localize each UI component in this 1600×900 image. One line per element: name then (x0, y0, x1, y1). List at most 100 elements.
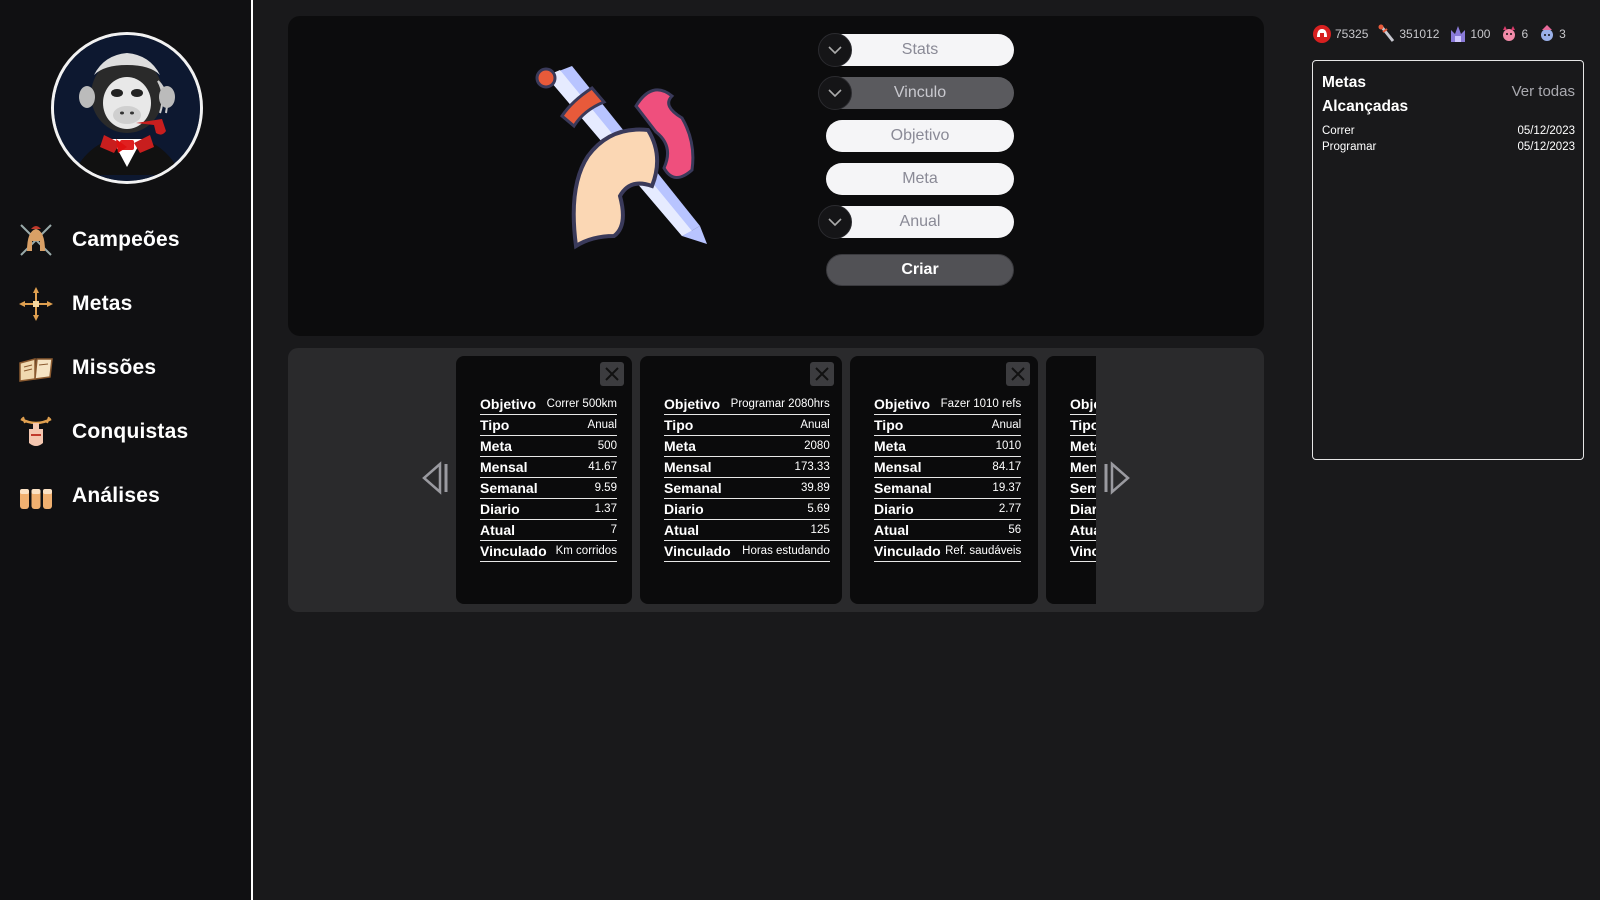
achieved-title-line2: Alcançadas (1322, 98, 1409, 115)
goal-table: Objetivo Tipo Meta Mensal Semanal Diario… (1070, 394, 1096, 562)
sidebar-item-label: Conquistas (72, 420, 189, 443)
stat-item: 351012 (1378, 24, 1439, 44)
diario-key: Diario (1070, 498, 1096, 520)
period-select[interactable]: Anual (818, 205, 1014, 239)
chevron-down-icon[interactable] (818, 33, 852, 67)
atual-value: 56 (940, 519, 1022, 541)
vinculado-key: Vinculado (664, 540, 731, 562)
select-label: Vinculo (893, 84, 947, 101)
input-placeholder: Meta (902, 170, 938, 187)
close-icon[interactable] (600, 362, 624, 386)
tipo-key: Tipo (874, 414, 941, 436)
vinculado-key: Vinculado (874, 540, 941, 562)
meta-key: Meta (664, 435, 731, 457)
achieved-goals-panel: Metas Alcançadas Ver todas Correr 05/12/… (1312, 60, 1584, 460)
currency-stats: 75325 351012 100 6 3 (1312, 24, 1576, 44)
spartan-helmet-icon (16, 220, 56, 260)
diario-key: Diario (874, 498, 941, 520)
objetivo-input[interactable]: Objetivo (826, 120, 1014, 152)
monkey-logo-icon (54, 35, 200, 181)
vinculado-value: Ref. saudáveis (940, 540, 1022, 562)
vinculado-value: Horas estudando (730, 540, 830, 562)
tipo-value: Anual (546, 414, 617, 436)
sidebar-item-label: Metas (72, 292, 133, 315)
avatar[interactable] (51, 32, 203, 184)
sword-icon (1378, 24, 1395, 42)
diario-value: 1.37 (546, 498, 617, 520)
achieved-row[interactable]: Correr 05/12/2023 (1322, 125, 1575, 137)
tipo-value: Anual (730, 414, 830, 436)
diario-key: Diario (480, 498, 547, 520)
atual-key: Atual (874, 519, 941, 541)
blue-creature-icon (1541, 25, 1554, 41)
crosshair-target-icon (16, 284, 56, 324)
goal-card: Objetivo Programar 2080hrs Tipo Anual Meta… (640, 356, 842, 604)
mensal-value: 84.17 (940, 456, 1022, 478)
meta-value: 500 (546, 435, 617, 457)
achieved-date: 05/12/2023 (1517, 141, 1575, 153)
atual-key: Atual (664, 519, 731, 541)
vinculado-value: Km corridos (546, 540, 617, 562)
red-helmet-icon (1313, 25, 1331, 43)
sidebar-item-label: Análises (72, 484, 160, 507)
stat-value: 3 (1559, 27, 1566, 41)
tipo-value: Anual (940, 414, 1022, 436)
meta-key: Meta (874, 435, 941, 457)
sidebar-item-metas[interactable]: Metas (16, 282, 246, 326)
mensal-value: 41.67 (546, 456, 617, 478)
close-icon[interactable] (810, 362, 834, 386)
chevron-down-icon[interactable] (818, 76, 852, 110)
mensal-value: 173.33 (730, 456, 830, 478)
cards-viewport: Objetivo Correr 500km Tipo Anual Meta 500 M… (456, 356, 1096, 604)
diario-key: Diario (664, 498, 731, 520)
sidebar-item-analises[interactable]: Análises (16, 474, 246, 518)
objetivo-key: Objetivo (480, 394, 547, 415)
mensal-key: Mensal (480, 456, 547, 478)
vinculado-key: Vinculado (1070, 540, 1096, 562)
achieved-date: 05/12/2023 (1517, 125, 1575, 137)
objetivo-value: Correr 500km (546, 394, 617, 415)
meta-input[interactable]: Meta (826, 163, 1014, 195)
mensal-key: Mensal (664, 456, 731, 478)
achieved-name: Programar (1322, 141, 1377, 153)
goal-card: Objetivo Tipo Meta Mensal Semanal Diario… (1046, 356, 1096, 604)
tipo-key: Tipo (1070, 414, 1096, 436)
goal-card: Objetivo Correr 500km Tipo Anual Meta 500 M… (456, 356, 632, 604)
create-button[interactable]: Criar (826, 254, 1014, 286)
achieved-row[interactable]: Programar 05/12/2023 (1322, 141, 1575, 153)
helmet-sword-emblem-icon (532, 66, 722, 266)
carousel-prev-icon[interactable] (420, 460, 450, 496)
meta-key: Meta (480, 435, 547, 457)
stat-item: 100 (1449, 24, 1490, 44)
purple-crown-icon (1451, 26, 1466, 42)
atual-value: 7 (546, 519, 617, 541)
semanal-key: Semanal (664, 477, 731, 499)
open-book-icon (16, 348, 56, 388)
goal-table: Objetivo Correr 500km Tipo Anual Meta 500 M… (480, 394, 617, 562)
tipo-key: Tipo (664, 414, 731, 436)
sidebar-item-missoes[interactable]: Missões (16, 346, 246, 390)
stat-value: 351012 (1399, 27, 1440, 41)
sidebar-item-conquistas[interactable]: Conquistas (16, 410, 246, 454)
carousel-next-icon[interactable] (1102, 460, 1132, 496)
achieved-title: Metas Alcançadas (1322, 71, 1408, 119)
diario-value: 2.77 (940, 498, 1022, 520)
sidebar-item-campeoes[interactable]: Campeões (16, 218, 246, 262)
see-all-link[interactable]: Ver todas (1512, 83, 1575, 100)
atual-key: Atual (1070, 519, 1096, 541)
vinculado-key: Vinculado (480, 540, 547, 562)
stats-select[interactable]: Stats (818, 33, 1014, 67)
sidebar-item-label: Missões (72, 356, 157, 379)
bar-chart-icon (16, 476, 56, 516)
semanal-value: 9.59 (546, 477, 617, 499)
meta-value: 2080 (730, 435, 830, 457)
input-placeholder: Objetivo (890, 127, 950, 144)
atual-key: Atual (480, 519, 547, 541)
close-icon[interactable] (1006, 362, 1030, 386)
vinculo-select[interactable]: Vinculo (818, 76, 1014, 110)
stat-item: 3 (1538, 24, 1566, 44)
chevron-down-icon[interactable] (818, 205, 852, 239)
sidebar: Campeões Metas Missões Conquistas Anális… (0, 0, 253, 900)
pink-demon-icon (1503, 26, 1516, 41)
objetivo-key: Objetivo (664, 394, 731, 415)
